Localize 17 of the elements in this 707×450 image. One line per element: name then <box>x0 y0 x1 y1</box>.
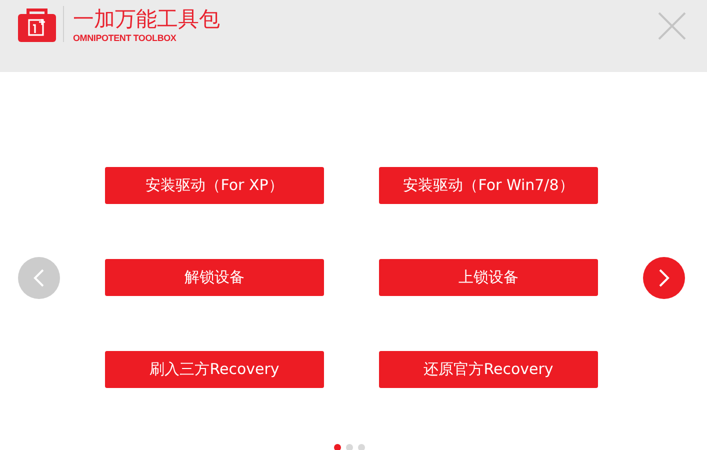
action-button[interactable]: 刷入三方Recovery <box>105 351 324 388</box>
action-button[interactable]: 安装驱动（For Win7/8） <box>379 167 598 204</box>
action-button[interactable]: 安装驱动（For XP） <box>105 167 324 204</box>
chevron-right-icon <box>657 268 671 288</box>
app-title: 一加万能工具包 <box>73 6 220 32</box>
action-button[interactable]: 上锁设备 <box>379 259 598 296</box>
next-button[interactable] <box>643 256 685 298</box>
action-button[interactable]: 解锁设备 <box>105 259 324 296</box>
close-button[interactable] <box>657 11 687 41</box>
chevron-left-icon <box>32 268 46 288</box>
page-dot[interactable] <box>334 444 341 450</box>
toolbox-logo-icon <box>18 6 56 42</box>
app-subtitle: OMNIPOTENT TOOLBOX <box>73 32 178 44</box>
page-dot[interactable] <box>358 444 365 450</box>
close-icon <box>657 11 687 41</box>
page-dot[interactable] <box>346 444 353 450</box>
action-button[interactable]: 还原官方Recovery <box>379 351 598 388</box>
